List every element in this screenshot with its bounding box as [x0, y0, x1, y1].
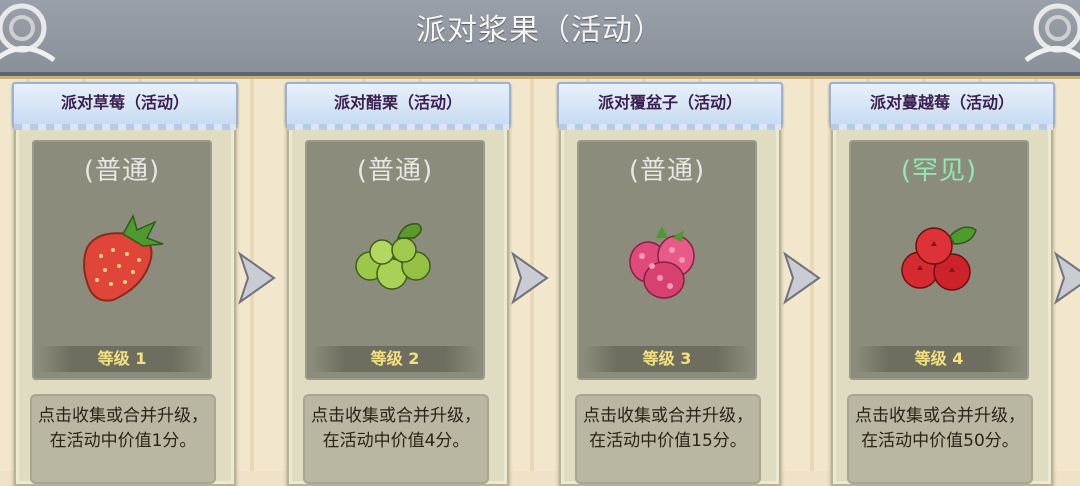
card-banner: 派对醋栗（活动）: [285, 82, 511, 130]
rarity-label: (普通): [628, 156, 706, 186]
header-bar: 派对浆果（活动）: [0, 0, 1080, 76]
cranberry-icon: [901, 226, 977, 291]
strawberry-icon: [83, 214, 164, 302]
next-arrow-icon: [783, 251, 821, 305]
description-text: 点击收集或合并升级，在活动中价值1分。: [38, 406, 208, 451]
card-title: 派对蔓越莓（活动）: [869, 93, 1014, 112]
card-banner: 派对覆盆子（活动）: [557, 82, 783, 130]
level-label: 等级 4: [914, 349, 964, 368]
rarity-label: (普通): [83, 156, 161, 186]
next-arrow-icon: [238, 251, 276, 305]
item-card-raspberry[interactable]: 派对覆盆子（活动） (普通) 等级 3 点击收集或合并升级，在活动中价值15分。: [557, 82, 783, 486]
item-panel: (普通) 等级 1: [32, 140, 212, 380]
description-text: 点击收集或合并升级，在活动中价值4分。: [311, 406, 481, 451]
raspberry-icon: [629, 226, 695, 299]
level-bar: 等级 3: [583, 346, 751, 372]
card-title: 派对草莓（活动）: [60, 93, 189, 112]
card-title: 派对醋栗（活动）: [333, 93, 462, 112]
item-card-strawberry[interactable]: 派对草莓（活动） (普通) 等级 1 点击收集或合并升级，在活动中价值1分。: [12, 82, 238, 486]
next-arrow-icon: [1054, 251, 1080, 305]
item-panel: (普通) 等级 2: [305, 140, 485, 380]
item-card-gooseberry[interactable]: 派对醋栗（活动） (普通) 等级 2 点击收集或合并升级，在活动中价值4分。: [285, 82, 511, 486]
card-banner: 派对草莓（活动）: [12, 82, 238, 130]
item-card-cranberry[interactable]: 派对蔓越莓（活动） (罕见) 等级 4 点击收集或合并升级，在活动中价值50分。: [829, 82, 1055, 486]
rarity-label: (罕见): [900, 156, 978, 186]
level-bar: 等级 2: [311, 346, 479, 372]
description-text: 点击收集或合并升级，在活动中价值50分。: [855, 406, 1025, 451]
level-label: 等级 2: [370, 349, 420, 368]
item-panel: (罕见) 等级 4: [849, 140, 1029, 380]
description-text: 点击收集或合并升级，在活动中价值15分。: [583, 406, 753, 451]
level-label: 等级 1: [97, 349, 147, 368]
level-bar: 等级 1: [38, 346, 206, 372]
gooseberry-icon: [355, 223, 431, 290]
level-label: 等级 3: [642, 349, 692, 368]
level-bar: 等级 4: [855, 346, 1023, 372]
card-title: 派对覆盆子（活动）: [597, 93, 742, 112]
page-title: 派对浆果（活动）: [416, 13, 664, 48]
item-panel: (普通) 等级 3: [577, 140, 757, 380]
card-banner: 派对蔓越莓（活动）: [829, 82, 1055, 130]
next-arrow-icon: [511, 251, 549, 305]
rarity-label: (普通): [356, 156, 434, 186]
